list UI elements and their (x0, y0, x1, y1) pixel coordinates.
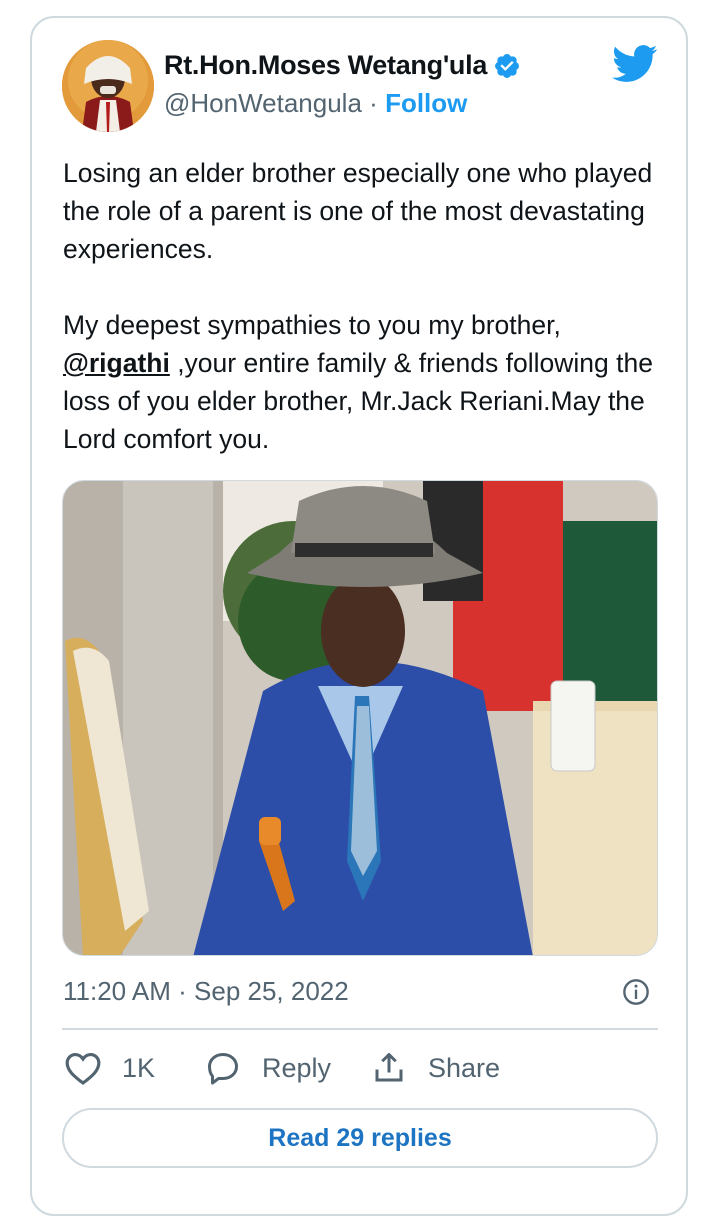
like-button[interactable]: 1K (64, 1050, 155, 1086)
handle-separator: · (369, 88, 378, 118)
reply-bubble-icon (208, 1053, 238, 1085)
tweet-paragraph-1: Losing an elder brother especially one w… (63, 158, 653, 264)
share-label: Share (428, 1052, 501, 1083)
tweet-paragraph-2-start: My deepest sympathies to you my brother, (63, 310, 561, 340)
reply-label: Reply (262, 1052, 332, 1083)
author-handle-row: @HonWetangula · Follow (164, 88, 467, 119)
reply-button[interactable]: Reply (204, 1050, 331, 1086)
divider (62, 1028, 658, 1030)
share-icon (375, 1053, 403, 1082)
tweet-paragraph-2: My deepest sympathies to you my brother,… (63, 306, 663, 458)
author-avatar[interactable] (62, 40, 154, 132)
author-name-row: Rt.Hon.Moses Wetang'ula (164, 50, 521, 81)
verified-badge-icon (495, 53, 520, 78)
read-replies-button[interactable]: Read 29 replies (62, 1108, 658, 1168)
heart-icon (65, 1052, 101, 1086)
tweet-photo[interactable] (62, 480, 658, 956)
tweet-text: Losing an elder brother especially one w… (63, 154, 663, 458)
like-count: 1K (122, 1052, 156, 1083)
tweet-timestamp[interactable]: 11:20 AM · Sep 25, 2022 (63, 976, 349, 1007)
share-button[interactable]: Share (370, 1050, 500, 1086)
mention-link[interactable]: @rigathi (63, 348, 170, 378)
twitter-bird-icon[interactable] (612, 44, 658, 84)
author-handle[interactable]: @HonWetangula (164, 88, 362, 118)
info-icon[interactable] (622, 978, 650, 1006)
author-name[interactable]: Rt.Hon.Moses Wetang'ula (164, 50, 487, 81)
follow-button[interactable]: Follow (385, 88, 467, 118)
read-replies-label: Read 29 replies (268, 1123, 452, 1152)
